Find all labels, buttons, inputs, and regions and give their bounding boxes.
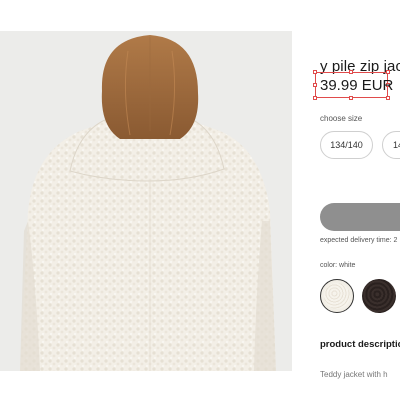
resize-handle (386, 96, 390, 100)
size-label: choose size (320, 114, 363, 123)
size-option-134-140[interactable]: 134/140 (320, 131, 373, 159)
delivery-time-text: expected delivery time: 2 (320, 237, 398, 244)
product-price: 39.99 EUR (320, 77, 394, 94)
product-info-panel: y pile zip jack 39.99 EUR choose size 13… (292, 0, 400, 400)
color-swatch-white[interactable] (320, 279, 354, 313)
product-photo (0, 31, 292, 371)
product-description-text: Teddy jacket with h (320, 370, 388, 379)
color-label: color: white (320, 262, 356, 269)
add-to-cart-button[interactable] (320, 203, 400, 231)
resize-handle (313, 96, 317, 100)
product-description-heading: product descriptio (320, 339, 400, 350)
resize-handle (386, 70, 390, 74)
resize-handle (313, 83, 317, 87)
size-option-next[interactable]: 14 (382, 131, 400, 159)
color-swatch-dark-brown[interactable] (362, 279, 396, 313)
product-image-woman-teddy-jacket (0, 31, 292, 371)
resize-handle (313, 70, 317, 74)
resize-handle (349, 70, 353, 74)
resize-handle (349, 96, 353, 100)
